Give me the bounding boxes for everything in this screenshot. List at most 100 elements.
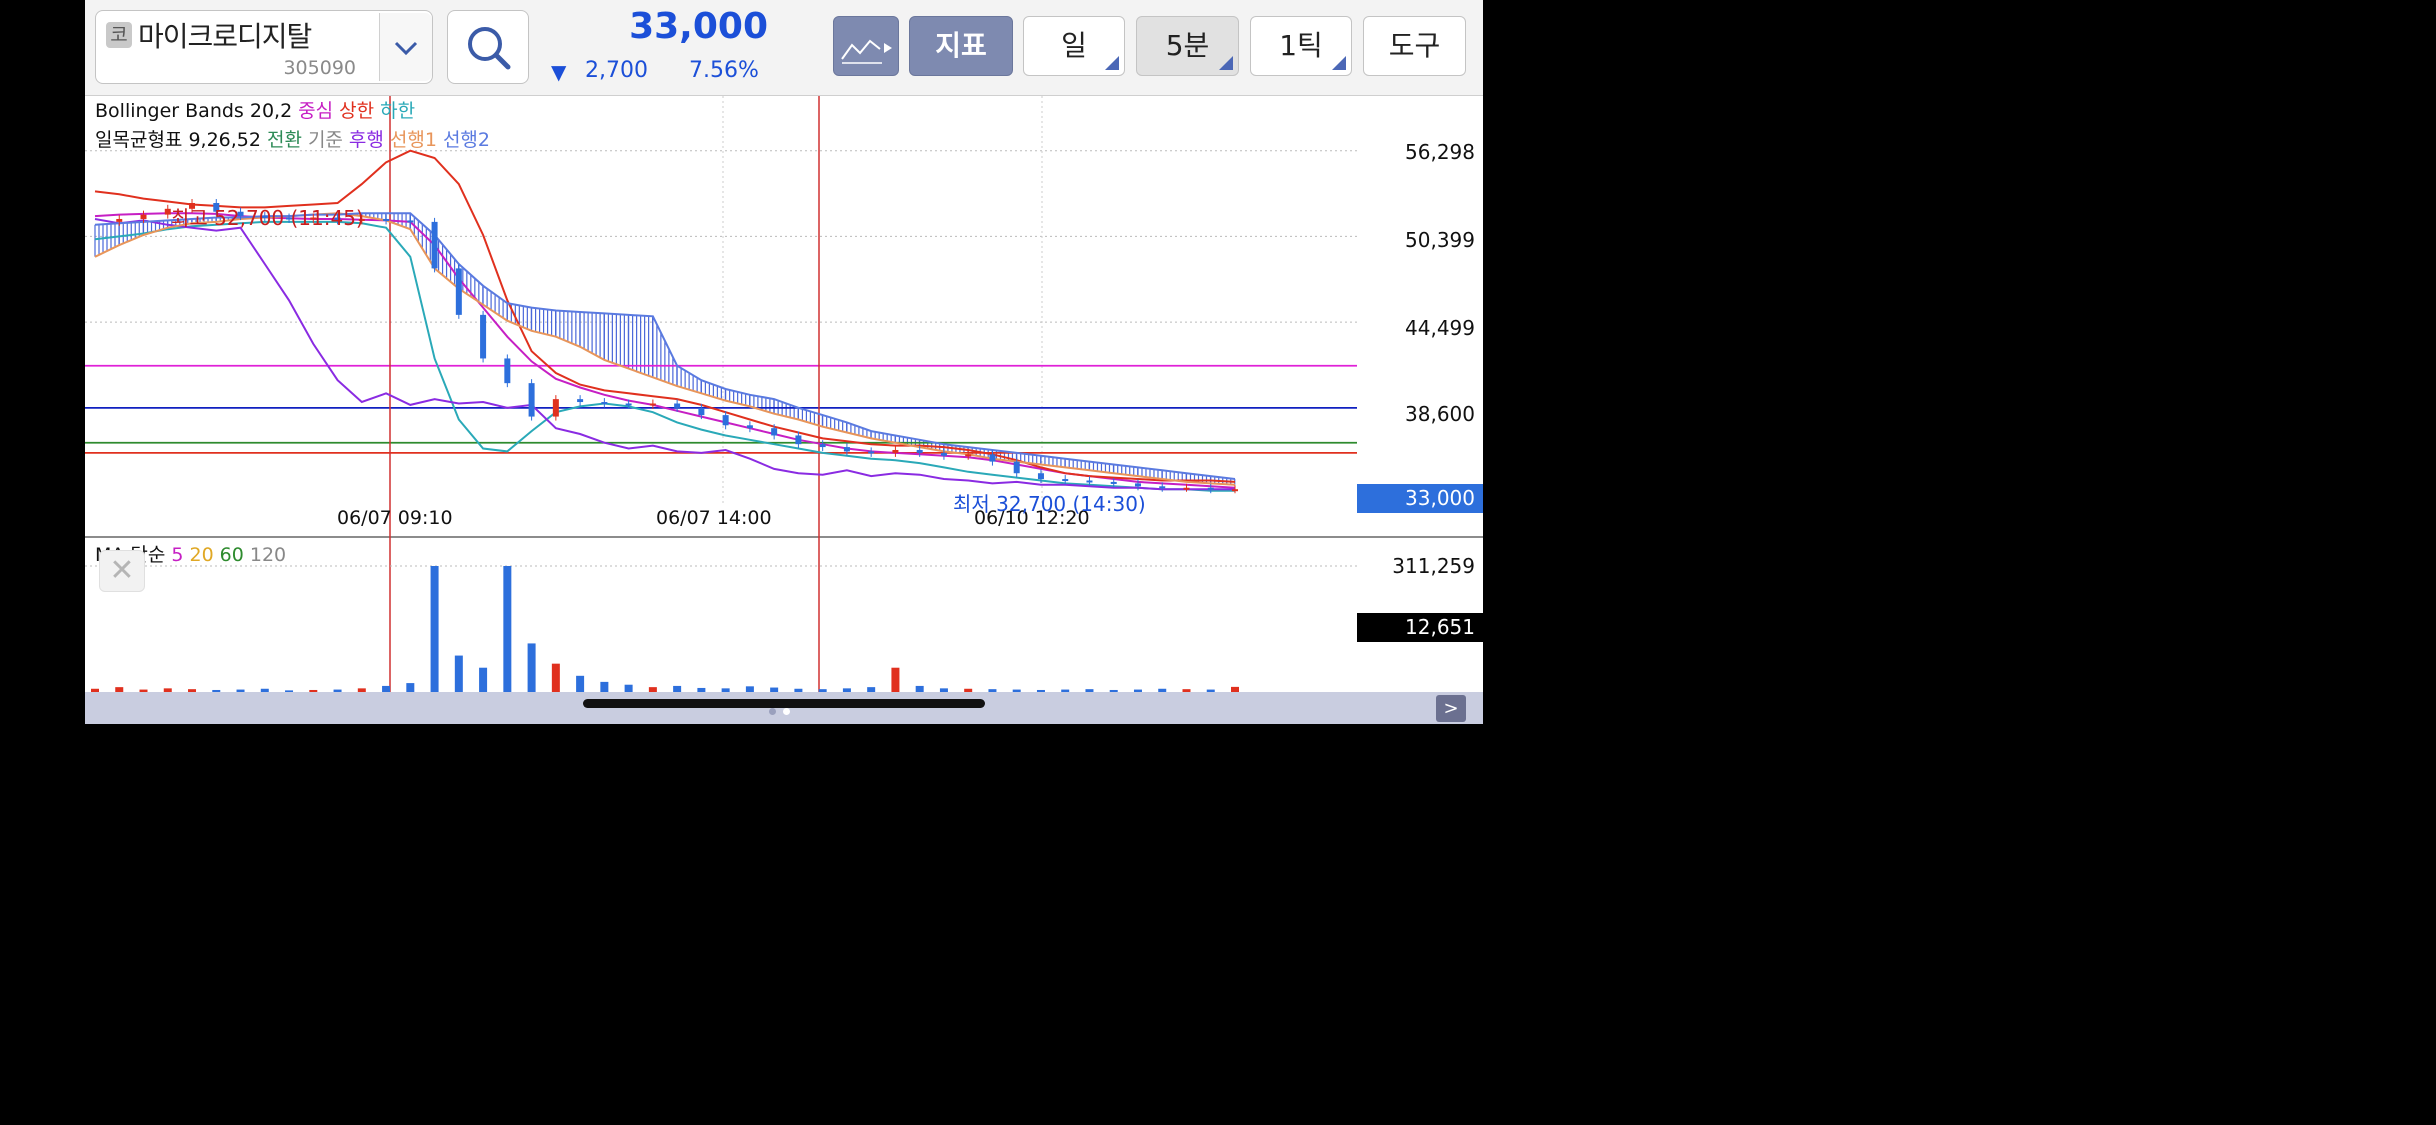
volume-bar xyxy=(454,655,463,692)
indicator-line xyxy=(94,149,1236,483)
ma-20: 20 xyxy=(189,544,214,566)
tools-button[interactable]: 도구 xyxy=(1363,16,1466,76)
high-price-annotation: 최고 52,700 (11:45) xyxy=(171,206,364,230)
candle xyxy=(649,403,656,406)
candle xyxy=(795,435,802,445)
page-dot-active xyxy=(783,708,790,715)
home-indicator xyxy=(583,699,985,708)
candle xyxy=(528,383,535,417)
stock-dropdown-button[interactable] xyxy=(379,13,432,81)
ma-120: 120 xyxy=(249,544,287,566)
candle xyxy=(965,454,972,457)
candle xyxy=(1110,481,1117,484)
candle xyxy=(552,399,559,417)
candle xyxy=(1183,487,1190,490)
y-tick-label: 44,499 xyxy=(1405,316,1475,340)
dropdown-corner-icon xyxy=(1332,56,1346,70)
volume-bar xyxy=(576,675,585,692)
dropdown-corner-icon xyxy=(1105,56,1119,70)
volume-bar xyxy=(430,566,439,692)
ichimoku-span2: 선행2 xyxy=(442,129,490,151)
ma-60: 60 xyxy=(219,544,244,566)
candle xyxy=(868,451,875,454)
close-indicator-button[interactable]: ✕ xyxy=(99,550,145,592)
stock-name: 마이크로디지탈 xyxy=(138,20,312,53)
bollinger-upper: 상한 xyxy=(339,100,375,122)
candle xyxy=(577,399,584,403)
candle xyxy=(940,452,947,456)
candle xyxy=(843,447,850,452)
candle xyxy=(140,214,147,219)
period-5min-label: 5분 xyxy=(1165,29,1210,62)
candle xyxy=(746,425,753,429)
candle xyxy=(819,444,826,448)
candle xyxy=(1134,483,1141,487)
candle xyxy=(1062,479,1069,482)
volume-bar xyxy=(479,667,488,692)
candle xyxy=(1232,489,1238,492)
x-tick-label: 06/07 14:00 xyxy=(656,507,772,529)
volume-max-label: 311,259 xyxy=(1392,554,1475,578)
next-page-button[interactable]: > xyxy=(1436,695,1466,722)
candle xyxy=(1013,461,1020,474)
ma-5: 5 xyxy=(171,544,184,566)
candle xyxy=(601,402,608,405)
chart-type-button[interactable] xyxy=(833,16,899,76)
chevron-down-icon xyxy=(394,41,418,56)
period-day-button[interactable]: 일 xyxy=(1023,16,1125,76)
candle xyxy=(431,221,438,269)
candle xyxy=(383,218,390,221)
current-price-tag: 33,000 xyxy=(1357,484,1483,513)
low-price-annotation: 최저 32,700 (14:30) xyxy=(953,492,1146,516)
candle xyxy=(480,314,487,359)
candle xyxy=(916,449,923,453)
top-toolbar: 코 마이크로디지탈 305090 33,000 ▼ 2,700 7.56% 지표… xyxy=(85,0,1483,96)
candle xyxy=(674,403,681,408)
period-day-label: 일 xyxy=(1061,29,1087,62)
bottom-scroll-bar[interactable]: > xyxy=(85,692,1483,724)
line-chart-icon xyxy=(841,39,892,64)
indicator-button[interactable]: 지표 xyxy=(909,16,1013,76)
candle xyxy=(1159,486,1166,489)
bollinger-name: Bollinger Bands 20,2 xyxy=(95,100,293,122)
candle xyxy=(164,208,171,215)
period-tick-button[interactable]: 1틱 xyxy=(1250,16,1352,76)
app-window: 코 마이크로디지탈 305090 33,000 ▼ 2,700 7.56% 지표… xyxy=(85,0,1483,724)
candle xyxy=(116,218,123,222)
search-icon xyxy=(468,27,511,70)
down-arrow-icon: ▼ xyxy=(551,60,567,84)
bollinger-mid: 중심 xyxy=(298,100,334,122)
volume-current-tag: 12,651 xyxy=(1357,613,1483,642)
candle xyxy=(1037,473,1044,480)
candle xyxy=(455,268,462,315)
volume-bar xyxy=(624,684,633,692)
y-tick-label: 38,600 xyxy=(1405,402,1475,426)
candle xyxy=(722,415,729,426)
ichimoku-base: 기준 xyxy=(307,129,343,151)
candle xyxy=(698,407,705,416)
y-tick-label: 56,298 xyxy=(1405,140,1475,164)
search-button[interactable] xyxy=(447,10,529,84)
stock-selector[interactable]: 코 마이크로디지탈 305090 xyxy=(95,10,433,84)
period-tick-label: 1틱 xyxy=(1279,29,1323,62)
volume-bar xyxy=(600,681,609,692)
bollinger-lower: 하한 xyxy=(380,100,416,122)
bollinger-legend: Bollinger Bands 20,2 중심 상한 하한 xyxy=(95,96,421,123)
ichimoku-name: 일목균형표 9,26,52 xyxy=(95,129,261,151)
volume-bar xyxy=(503,566,512,692)
candle xyxy=(504,358,511,384)
price-change-percent: 7.56% xyxy=(689,58,759,83)
volume-bar xyxy=(891,667,900,692)
ichimoku-span1: 선행1 xyxy=(389,129,437,151)
price-chart[interactable] xyxy=(85,96,1483,692)
y-tick-label: 50,399 xyxy=(1405,228,1475,252)
candle xyxy=(407,220,414,223)
ichimoku-lagging: 후행 xyxy=(348,129,384,151)
volume-bar xyxy=(551,663,560,692)
dropdown-corner-icon xyxy=(1219,56,1233,70)
candle xyxy=(771,428,778,436)
x-tick-label: 06/07 09:10 xyxy=(337,507,453,529)
candle xyxy=(892,449,899,453)
period-5min-button[interactable]: 5분 xyxy=(1136,16,1239,76)
volume-bar xyxy=(406,683,415,692)
